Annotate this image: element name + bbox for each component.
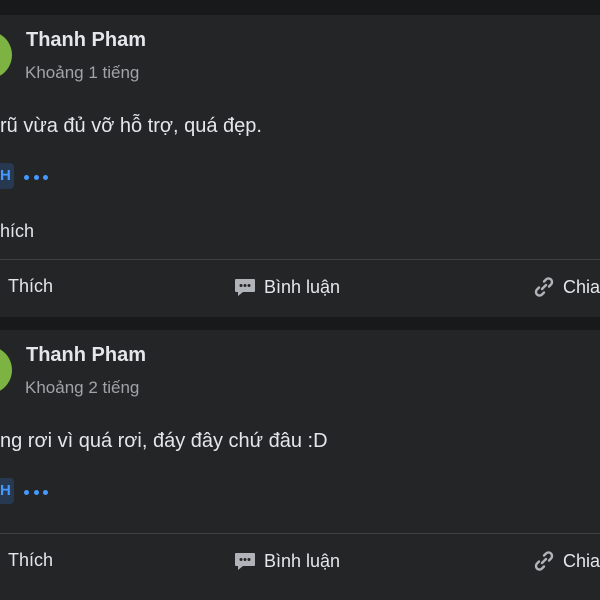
comment-button-label: Bình luận	[264, 276, 341, 297]
post-author[interactable]: Thanh Pham	[26, 344, 146, 367]
more-options-icon[interactable]	[24, 165, 48, 189]
post-timestamp[interactable]: Khoảng 2 tiếng	[25, 378, 139, 398]
reaction-chip[interactable]: H	[0, 478, 14, 504]
share-button-label: Chia	[563, 276, 600, 297]
post-author[interactable]: Thanh Pham	[26, 29, 146, 52]
comment-icon	[234, 550, 256, 572]
post-content: ng rơi vì quá rơi, đáy đây chứ đâu :D	[0, 430, 328, 452]
share-button[interactable]: Chia	[533, 550, 600, 572]
reaction-chip-label: H	[0, 482, 11, 499]
reaction-chip-label: H	[0, 167, 11, 184]
divider	[0, 533, 600, 534]
post-content: rũ vừa đủ vỡ hỗ trợ, quá đẹp.	[0, 115, 262, 137]
news-feed: Thanh Pham Khoảng 1 tiếng rũ vừa đủ vỡ h…	[0, 0, 600, 600]
avatar[interactable]	[0, 31, 12, 79]
like-button[interactable]: Thích	[0, 550, 53, 571]
like-summary[interactable]: hích	[0, 221, 34, 242]
share-button[interactable]: Chia	[533, 276, 600, 298]
avatar[interactable]	[0, 346, 12, 394]
comment-button-label: Bình luận	[264, 550, 341, 571]
comment-button[interactable]: Bình luận	[234, 276, 340, 298]
reaction-chip[interactable]: H	[0, 163, 14, 189]
more-options-icon[interactable]	[24, 480, 48, 504]
post-card: Thanh Pham Khoảng 2 tiếng ng rơi vì quá …	[0, 330, 600, 600]
link-icon	[533, 276, 555, 298]
post-card: Thanh Pham Khoảng 1 tiếng rũ vừa đủ vỡ h…	[0, 15, 600, 317]
like-button-label: Thích	[8, 276, 54, 296]
link-icon	[533, 550, 555, 572]
like-button[interactable]: Thích	[0, 276, 53, 297]
post-timestamp[interactable]: Khoảng 1 tiếng	[25, 63, 139, 83]
divider	[0, 259, 600, 260]
share-button-label: Chia	[563, 550, 600, 571]
like-button-label: Thích	[8, 550, 54, 570]
comment-button[interactable]: Bình luận	[234, 550, 340, 572]
comment-icon	[234, 276, 256, 298]
